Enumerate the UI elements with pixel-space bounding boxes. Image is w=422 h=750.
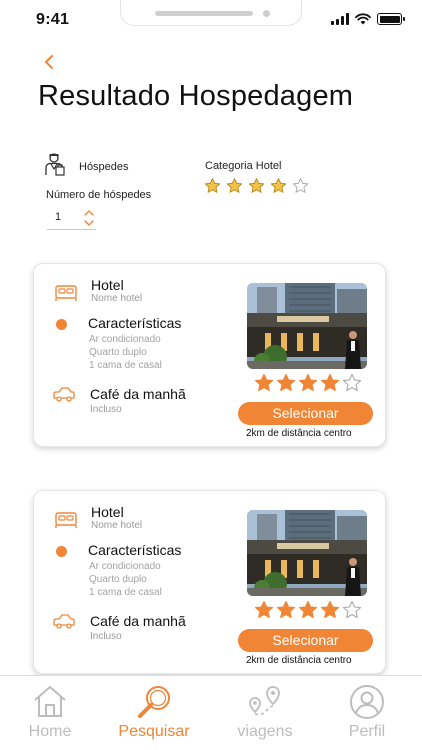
star-filled-icon[interactable] xyxy=(204,177,221,194)
star-filled-icon xyxy=(276,600,296,619)
bottom-navigation: Home Pesquisar viagens Perfil xyxy=(0,675,422,750)
wifi-icon xyxy=(355,13,371,25)
star-filled-icon xyxy=(298,600,318,619)
nav-label: Perfil xyxy=(348,723,386,740)
features-title: Características xyxy=(88,315,182,331)
nav-profile[interactable]: Perfil xyxy=(317,676,417,750)
guests-icon xyxy=(45,153,65,176)
breakfast-title: Café da manhã xyxy=(90,613,186,629)
bed-icon xyxy=(55,285,77,301)
star-empty-icon[interactable] xyxy=(292,177,309,194)
car-icon xyxy=(53,387,75,402)
chevron-left-icon xyxy=(45,55,53,69)
hotel-name: Nome hotel xyxy=(91,520,143,531)
features-title: Características xyxy=(88,542,182,558)
category-star-rating[interactable] xyxy=(204,177,309,194)
feature-item: Quarto duplo xyxy=(89,347,147,358)
nav-trips[interactable]: viagens xyxy=(215,676,315,750)
battery-icon xyxy=(377,13,405,25)
star-filled-icon xyxy=(298,373,318,392)
breakfast-status: Incluso xyxy=(90,631,122,642)
distance-label: 2km de distância centro xyxy=(246,655,352,666)
hotel-result-card[interactable]: Hotel Nome hotel Características Ar cond… xyxy=(33,490,386,674)
star-filled-icon xyxy=(320,373,340,392)
status-icons xyxy=(331,13,405,25)
feature-item: Ar condicionado xyxy=(89,334,161,345)
nav-home[interactable]: Home xyxy=(0,676,100,750)
hotel-rating-stars xyxy=(254,373,362,392)
hotel-photo xyxy=(247,283,367,369)
cellular-signal-icon xyxy=(331,13,349,25)
notch-camera xyxy=(263,10,270,17)
features-dot-icon xyxy=(56,546,67,557)
star-filled-icon xyxy=(320,600,340,619)
guest-count-label: Número de hóspedes xyxy=(46,189,152,201)
hotel-photo xyxy=(247,510,367,596)
notch-speaker xyxy=(155,11,253,16)
hotel-result-card[interactable]: Hotel Nome hotel Características Ar cond… xyxy=(33,263,386,447)
select-button[interactable]: Selecionar xyxy=(238,402,373,425)
star-filled-icon xyxy=(254,373,274,392)
hotel-type-label: Hotel xyxy=(91,504,124,520)
car-icon xyxy=(53,614,75,629)
feature-item: Ar condicionado xyxy=(89,561,161,572)
star-filled-icon[interactable] xyxy=(248,177,265,194)
bed-icon xyxy=(55,512,77,528)
hotel-type-label: Hotel xyxy=(91,277,124,293)
guest-count-stepper[interactable]: 1 xyxy=(47,208,96,230)
home-icon xyxy=(34,686,66,717)
nav-label: Pesquisar xyxy=(118,723,190,740)
guests-label: Hóspedes xyxy=(79,161,129,173)
star-empty-icon xyxy=(342,373,362,392)
feature-item: 1 cama de casal xyxy=(89,587,162,598)
breakfast-title: Café da manhã xyxy=(90,386,186,402)
features-dot-icon xyxy=(56,319,67,330)
status-time: 9:41 xyxy=(36,11,70,28)
breakfast-status: Incluso xyxy=(90,404,122,415)
notch xyxy=(120,0,302,26)
stepper-arrows-icon[interactable] xyxy=(84,209,94,227)
nav-label: Home xyxy=(28,723,72,740)
distance-label: 2km de distância centro xyxy=(246,428,352,439)
status-bar: 9:41 xyxy=(0,0,422,44)
star-filled-icon[interactable] xyxy=(226,177,243,194)
back-button[interactable] xyxy=(38,50,62,74)
feature-item: 1 cama de casal xyxy=(89,360,162,371)
star-filled-icon xyxy=(276,373,296,392)
select-button[interactable]: Selecionar xyxy=(238,629,373,652)
star-empty-icon xyxy=(342,600,362,619)
profile-icon xyxy=(350,685,384,719)
page-title: Resultado Hospedagem xyxy=(38,80,354,112)
hotel-rating-stars xyxy=(254,600,362,619)
star-filled-icon xyxy=(254,600,274,619)
feature-item: Quarto duplo xyxy=(89,574,147,585)
nav-search[interactable]: Pesquisar xyxy=(104,676,204,750)
search-icon xyxy=(138,686,170,718)
star-filled-icon[interactable] xyxy=(270,177,287,194)
map-route-icon xyxy=(249,686,280,716)
hotel-category-label: Categoria Hotel xyxy=(205,160,282,172)
nav-label: viagens xyxy=(237,723,293,740)
hotel-name: Nome hotel xyxy=(91,293,143,304)
guest-count-value: 1 xyxy=(55,211,62,223)
